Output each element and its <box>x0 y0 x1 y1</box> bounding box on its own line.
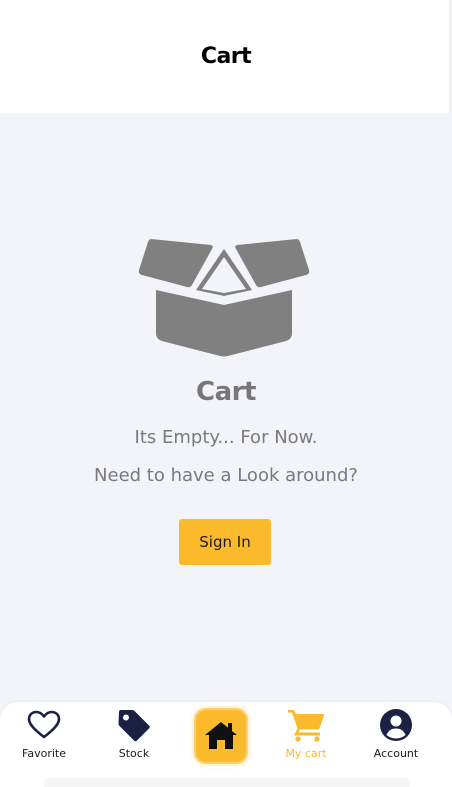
sign-in-button[interactable]: Sign In <box>179 519 271 565</box>
nav-label-stock: Stock <box>118 747 150 760</box>
nav-label-account: Account <box>373 747 419 760</box>
account-icon <box>380 709 412 741</box>
cart-icon <box>288 710 325 742</box>
nav-label-favorite: Favorite <box>22 747 66 760</box>
home-indicator-bar <box>44 779 410 787</box>
page-title: Cart <box>200 44 252 69</box>
nav-label-my-cart: My cart <box>285 747 327 760</box>
nav-item-my-cart[interactable]: My cart <box>266 702 346 782</box>
nav-item-stock[interactable]: Stock <box>94 702 174 782</box>
home-button[interactable] <box>194 708 248 764</box>
home-icon <box>205 722 237 749</box>
bottom-navigation-bar: Favorite Stock My cart Account <box>0 702 452 787</box>
nav-item-favorite[interactable]: Favorite <box>4 702 84 782</box>
heart-icon <box>27 710 61 739</box>
nav-item-account[interactable]: Account <box>356 702 436 782</box>
tag-icon <box>118 710 150 742</box>
app-header: Cart <box>0 0 452 113</box>
empty-cart-prompt: Need to have a Look around? <box>94 465 358 486</box>
empty-cart-title: Cart <box>196 377 256 407</box>
empty-cart-message: Its Empty... For Now. <box>134 427 318 448</box>
open-box-icon <box>138 239 310 357</box>
cart-content-area <box>0 113 452 787</box>
